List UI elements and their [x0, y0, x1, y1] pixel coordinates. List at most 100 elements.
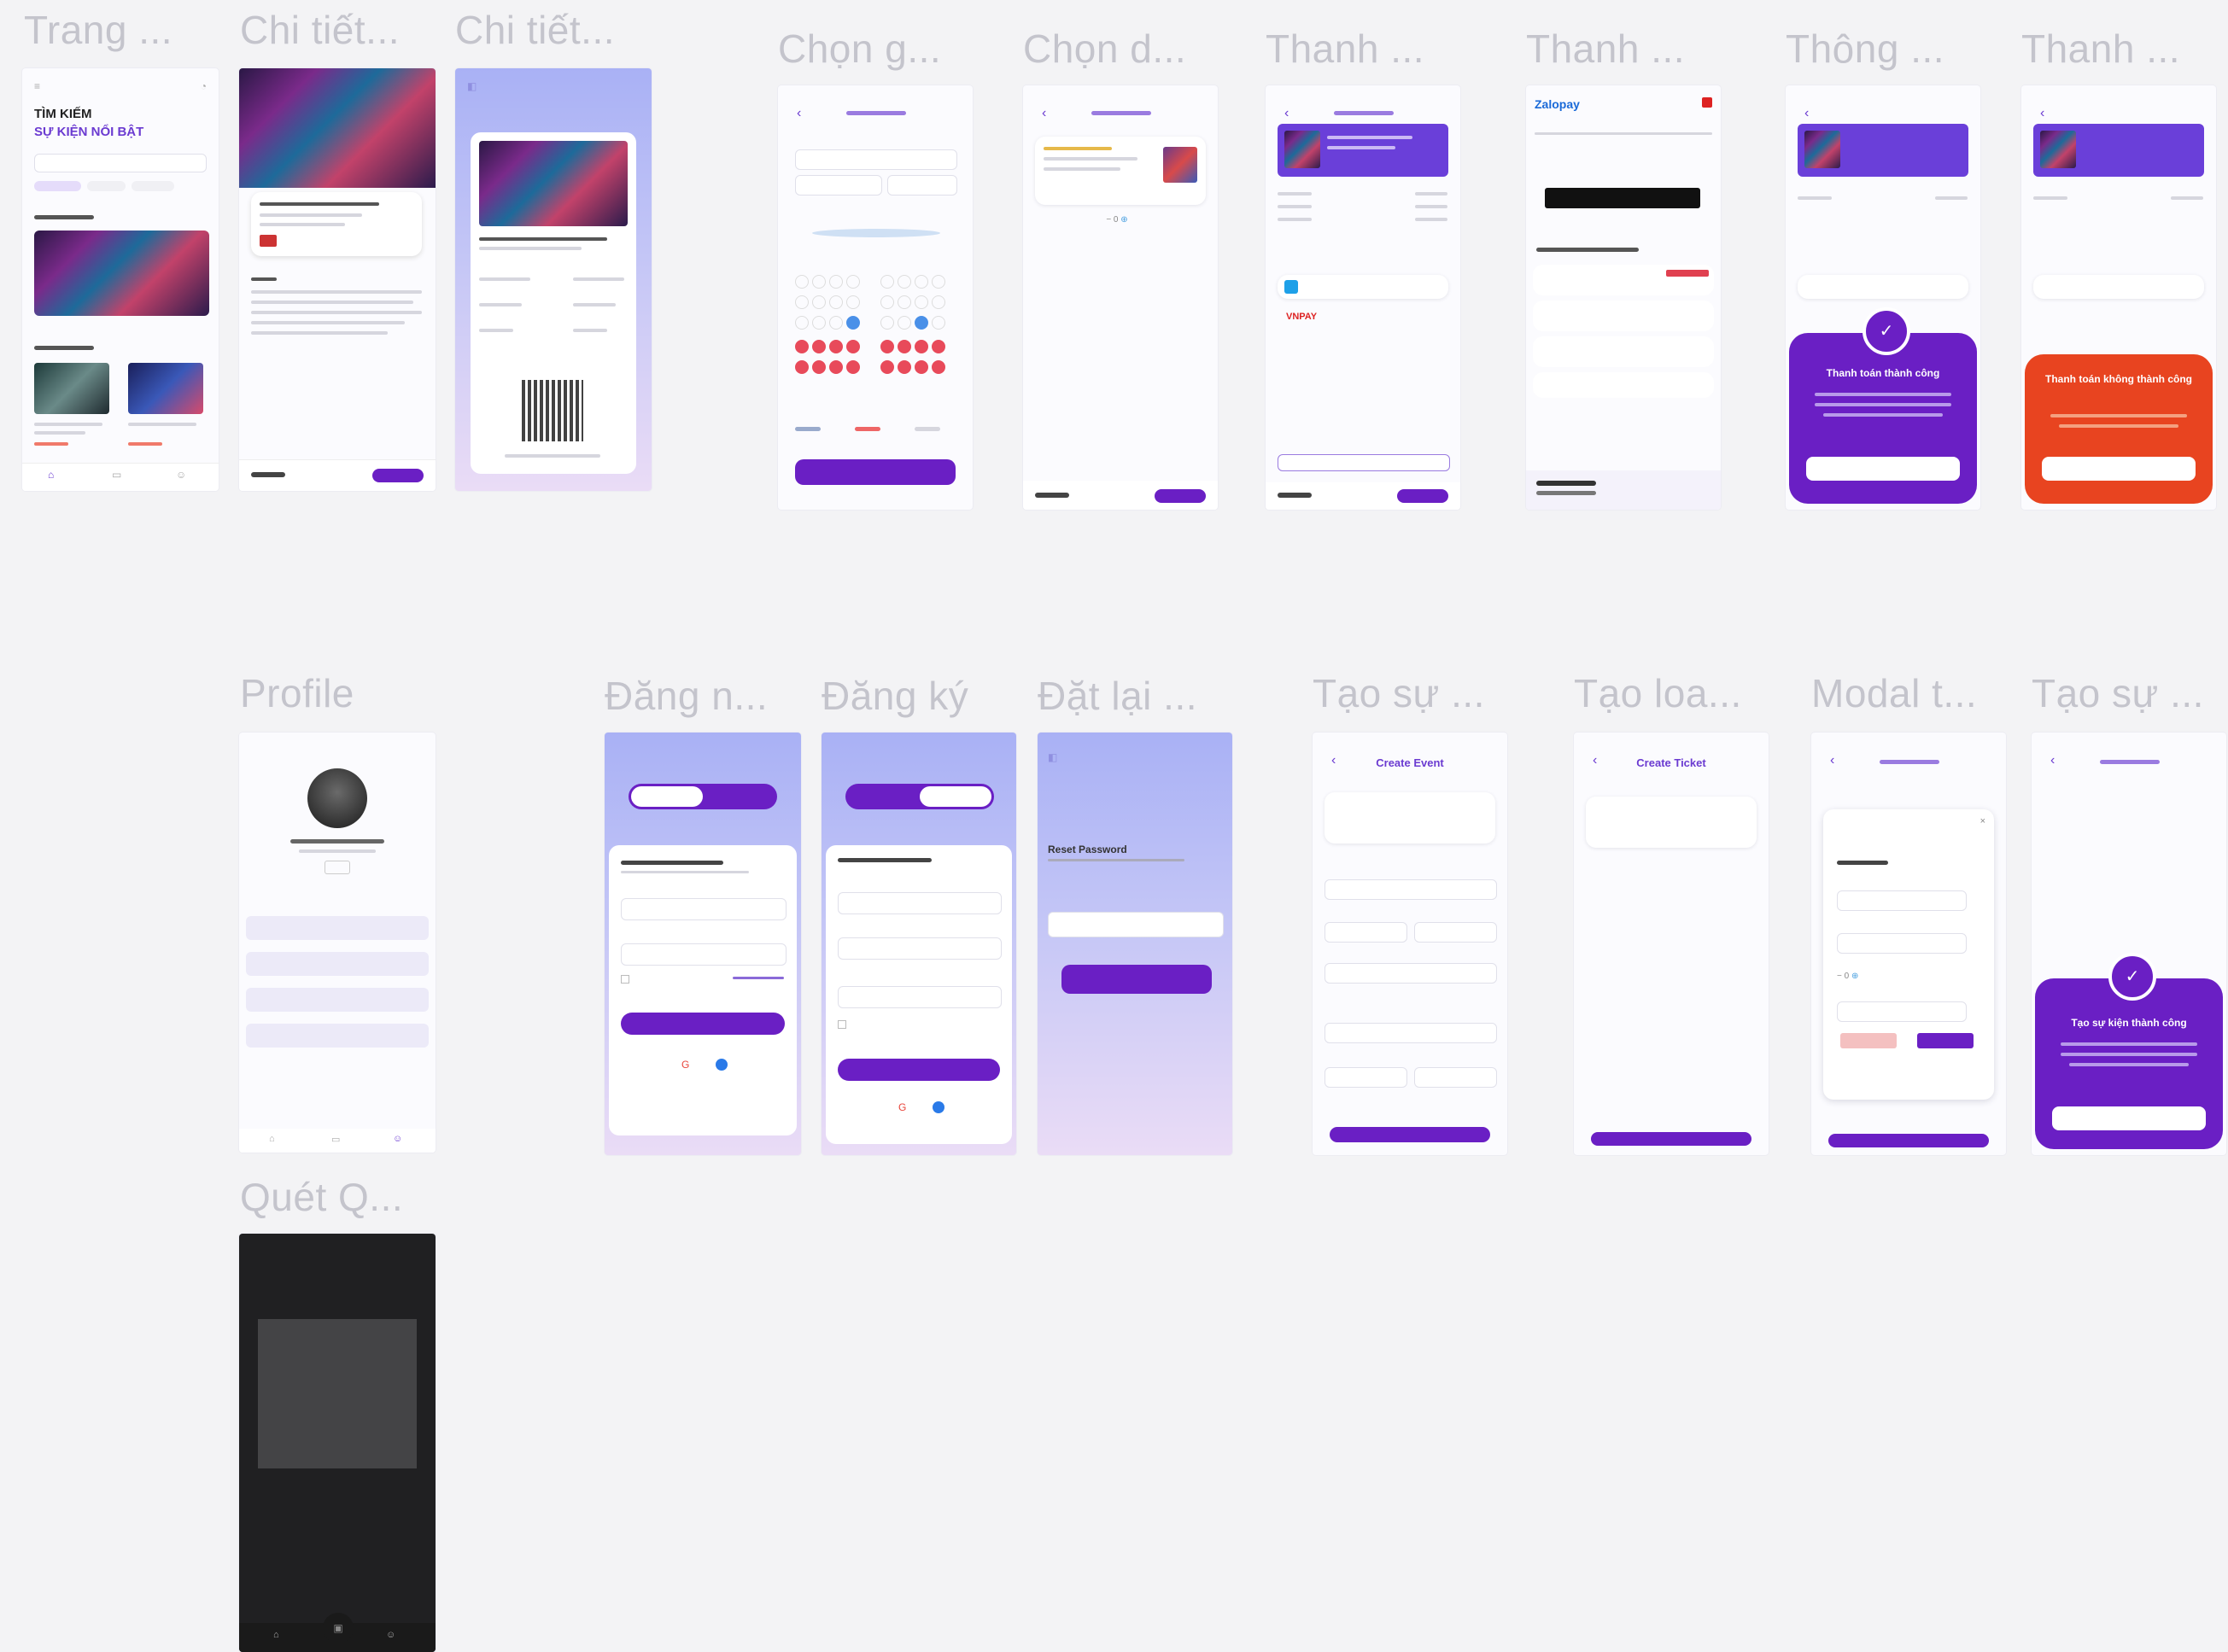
seat[interactable]: [829, 295, 843, 309]
upload-image[interactable]: [1325, 792, 1495, 844]
cancel-button[interactable]: [1840, 1033, 1897, 1048]
back-icon[interactable]: ‹: [1042, 106, 1046, 121]
frame-choose-seat[interactable]: ‹: [778, 85, 973, 510]
frame-create-ticket[interactable]: ‹ Create Ticket: [1574, 733, 1769, 1155]
ticket-name-field[interactable]: [1837, 890, 1967, 911]
email-field[interactable]: [621, 898, 787, 920]
google-icon[interactable]: G: [898, 1101, 906, 1113]
seat[interactable]: [812, 316, 826, 330]
seat[interactable]: [880, 360, 894, 374]
facebook-icon[interactable]: [716, 1059, 728, 1071]
seat[interactable]: [795, 316, 809, 330]
event-thumbnail[interactable]: [128, 363, 203, 414]
apple-pay-button[interactable]: [1545, 188, 1700, 208]
modal-ok-button[interactable]: [1806, 457, 1960, 481]
category-chip[interactable]: [132, 181, 174, 191]
time-field[interactable]: [795, 175, 882, 196]
frame-ticket-modal[interactable]: ‹ × − 0 ⊕: [1811, 733, 2006, 1155]
frame-create-event[interactable]: ‹ Create Event: [1313, 733, 1507, 1155]
frame-reset-password[interactable]: ◧ Reset Password: [1038, 733, 1232, 1155]
buy-ticket-button[interactable]: [372, 469, 424, 482]
seat[interactable]: [846, 316, 860, 330]
seat[interactable]: [880, 275, 894, 289]
modal-ok-button[interactable]: [2042, 457, 2196, 481]
frame-create-event-success[interactable]: ‹ ✓ Tạo sự kiện thành công: [2032, 733, 2226, 1155]
category-select[interactable]: [1325, 963, 1497, 984]
seat[interactable]: [898, 340, 911, 353]
seat[interactable]: [932, 360, 945, 374]
frame-home[interactable]: ≡ ◔ TÌM KIẾM SỰ KIỆN NỔI BẬT ⌂ ▭ ☺: [22, 68, 219, 491]
finish-button[interactable]: [1591, 1132, 1751, 1146]
back-icon[interactable]: ‹: [2050, 753, 2055, 768]
frame-ticket-detail[interactable]: ◧: [455, 68, 652, 491]
frame-scan-qr[interactable]: ⌂ ▣ ☺: [239, 1234, 436, 1652]
seat[interactable]: [932, 316, 945, 330]
seat[interactable]: [898, 316, 911, 330]
close-icon[interactable]: [1702, 97, 1712, 108]
frame-choose-ticket[interactable]: ‹ − 0 ⊕: [1023, 85, 1218, 510]
seat[interactable]: [829, 275, 843, 289]
frame-event-detail[interactable]: [239, 68, 436, 491]
quantity-stepper[interactable]: − 0 ⊕: [1087, 215, 1147, 229]
seat[interactable]: [795, 275, 809, 289]
tab-register[interactable]: [920, 786, 991, 807]
time-field[interactable]: [1414, 922, 1497, 943]
seat[interactable]: [812, 275, 826, 289]
seat[interactable]: [795, 360, 809, 374]
tab-login[interactable]: [848, 786, 920, 807]
seat[interactable]: [812, 360, 826, 374]
frame-profile[interactable]: ⌂ ▭ ☺: [239, 733, 436, 1153]
seat[interactable]: [932, 295, 945, 309]
seat[interactable]: [915, 360, 928, 374]
ticket-type-card[interactable]: [1035, 137, 1206, 205]
menu-item-logout[interactable]: [246, 1024, 429, 1048]
ticket-icon[interactable]: ▭: [331, 1134, 340, 1145]
next-button[interactable]: [1155, 489, 1206, 503]
seat[interactable]: [829, 316, 843, 330]
payment-option[interactable]: [1533, 301, 1714, 331]
seat[interactable]: [898, 360, 911, 374]
back-icon[interactable]: ◧: [467, 80, 477, 92]
seat[interactable]: [880, 316, 894, 330]
seat[interactable]: [932, 340, 945, 353]
date-field[interactable]: [1325, 922, 1407, 943]
frame-payment-failed[interactable]: ‹ Thanh toán không thành công: [2021, 85, 2216, 510]
seat[interactable]: [915, 295, 928, 309]
event-thumbnail[interactable]: [34, 363, 109, 414]
seat[interactable]: [846, 275, 860, 289]
payment-option[interactable]: [1533, 265, 1714, 295]
seat[interactable]: [898, 295, 911, 309]
tab-login[interactable]: [631, 786, 703, 807]
bell-icon[interactable]: ◔: [201, 80, 207, 92]
seat[interactable]: [829, 360, 843, 374]
seat[interactable]: [812, 295, 826, 309]
facebook-icon[interactable]: [933, 1101, 944, 1113]
seat[interactable]: [812, 340, 826, 353]
modal-ok-button[interactable]: [2052, 1106, 2206, 1130]
zone-field[interactable]: [887, 175, 957, 196]
seat[interactable]: [795, 340, 809, 353]
seat[interactable]: [829, 340, 843, 353]
seat[interactable]: [795, 295, 809, 309]
category-chip[interactable]: [34, 181, 81, 191]
payment-option[interactable]: [1533, 336, 1714, 367]
menu-item-change-password[interactable]: [246, 952, 429, 976]
password-field[interactable]: [621, 943, 787, 966]
category-chip[interactable]: [87, 181, 126, 191]
ticket-note-field[interactable]: [1837, 1001, 1967, 1022]
home-icon[interactable]: ⌂: [48, 469, 54, 481]
menu-item-faq[interactable]: [246, 988, 429, 1012]
add-ticket-type[interactable]: [1586, 797, 1757, 848]
terms-checkbox[interactable]: [838, 1020, 846, 1029]
menu-item-orders[interactable]: [246, 916, 429, 940]
event-name-field[interactable]: [1325, 879, 1497, 900]
save-button[interactable]: [1917, 1033, 1974, 1048]
back-icon[interactable]: ‹: [1284, 106, 1289, 121]
frame-zalopay[interactable]: Zalopay: [1526, 85, 1721, 510]
featured-banner[interactable]: [34, 231, 209, 316]
seat[interactable]: [846, 340, 860, 353]
close-icon[interactable]: ×: [1980, 816, 1985, 826]
date-field[interactable]: [795, 149, 957, 170]
district-field[interactable]: [1414, 1067, 1497, 1088]
seat[interactable]: [915, 316, 928, 330]
